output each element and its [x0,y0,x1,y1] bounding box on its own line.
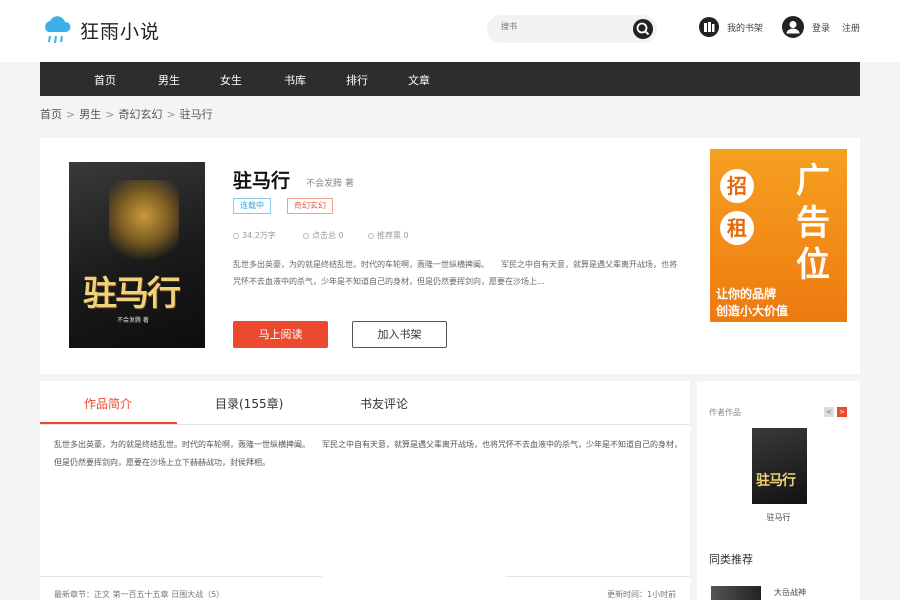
active-tab-indicator [40,422,177,424]
cover-title: 驻马行 [83,274,181,314]
nav-item-articles[interactable]: 文章 [408,72,430,88]
pager-next-button[interactable]: > [837,407,847,417]
click-count: 点击总 0 [312,231,344,240]
tab-intro[interactable]: 作品简介 [84,395,132,412]
word-count-icon [233,232,239,239]
tab-divider [40,424,690,425]
nav-item-female[interactable]: 女生 [220,72,242,88]
search-input[interactable] [501,22,611,31]
bookshelf-icon[interactable] [699,17,719,37]
divider [506,576,690,577]
read-now-button[interactable]: 马上阅读 [233,321,328,348]
book-author[interactable]: 不会发腾 著 [306,176,354,189]
user-icon[interactable] [782,16,804,38]
nav-item-home[interactable]: 首页 [94,72,116,88]
click-count-stat: 点击总 0 [303,230,344,241]
recommend-icon [368,232,374,239]
word-count-stat: 34.2万字 [233,230,276,241]
my-shelf-link[interactable]: 我的书架 [727,21,763,34]
similar-book-thumb[interactable] [711,586,761,600]
status-badge: 连载中 [233,198,271,214]
breadcrumb-home[interactable]: 首页 [40,108,62,121]
tab-catalog[interactable]: 目录(155章) [215,395,283,412]
author-work-cover-title: 驻马行 [756,473,796,489]
breadcrumb-separator: > [166,108,176,121]
cover-author: 不会发腾 著 [117,317,149,324]
divider [40,576,322,577]
nav-item-library[interactable]: 书库 [284,72,306,88]
tab-comments[interactable]: 书友评论 [360,395,408,412]
search-icon[interactable] [632,18,654,40]
breadcrumb-genre[interactable]: 奇幻玄幻 [118,108,162,121]
breadcrumb: 首页 > 男生 > 奇幻玄幻 > 驻马行 [40,106,213,122]
breadcrumb-separator: > [66,108,76,121]
intro-text: 乱世多出英豪，为的就是终结乱世。时代的车轮啊，轰隆一世纵横捭阖。 军民之中自有天… [54,440,682,467]
author-work-cover[interactable]: 驻马行 [752,428,807,504]
similar-books-title: 同类推荐 [709,553,753,566]
author-works-panel: 作者作品 < > 驻马行 驻马行 [697,381,860,541]
breadcrumb-separator: > [105,108,115,121]
author-work-name[interactable]: 驻马行 [697,512,860,523]
latest-chapter-link[interactable]: 最新章节：正文 第一百五十五章 日围大战（5） [54,589,224,600]
book-summary: 乱世多出英豪，为的就是终结乱世。时代的车轮啊，轰隆一世纵横捭阖。 军民之中自有天… [233,260,677,286]
login-link[interactable]: 登录 [812,21,830,34]
ad-slogan: 让你的品牌 [716,287,777,301]
similar-book-name[interactable]: 大岳战神 [774,587,806,598]
cloud-logo-icon[interactable] [40,12,74,46]
breadcrumb-current: 驻马行 [179,108,213,121]
book-info-card: 驻马行 不会发腾 著 驻马行 不会发腾 著 连载中 奇幻玄幻 34.2万字 点击… [40,138,860,374]
ad-banner[interactable]: 招 租 广 告 位 让你的品牌 创造小大价值 [710,149,847,322]
breadcrumb-category[interactable]: 男生 [79,108,101,121]
add-to-shelf-button[interactable]: 加入书架 [352,321,447,348]
ad-circle-char: 招 [720,169,754,203]
ad-slogan: 创造小大价值 [716,304,789,318]
book-tabs-panel: 作品简介 目录(155章) 书友评论 乱世多出英豪，为的就是终结乱世。时代的车轮… [40,381,690,600]
site-name[interactable]: 狂雨小说 [80,17,160,44]
search-box [487,15,657,43]
click-icon [303,232,309,239]
book-cover[interactable]: 驻马行 不会发腾 著 [69,162,205,348]
recommend-count: 推荐票 0 [377,231,409,240]
word-count: 34.2万字 [242,231,276,240]
nav-item-ranking[interactable]: 排行 [346,72,368,88]
main-nav: 首页 男生 女生 书库 排行 文章 [40,62,860,96]
genre-badge[interactable]: 奇幻玄幻 [287,198,333,214]
author-works-label: 作者作品 [709,408,741,417]
ad-circle-char: 租 [720,211,754,245]
ad-big-char: 位 [796,245,830,285]
register-link[interactable]: 注册 [842,21,860,34]
update-time: 更新时间：1小时前 [607,590,677,599]
nav-item-male[interactable]: 男生 [158,72,180,88]
pager-prev-button[interactable]: < [824,407,834,417]
book-title: 驻马行 [233,170,291,192]
site-header: 狂雨小说 我的书架 登录 注册 [0,0,900,62]
cover-figure [109,180,179,270]
similar-books-panel: 同类推荐 大岳战神 [697,540,860,600]
recommend-count-stat: 推荐票 0 [368,230,409,241]
